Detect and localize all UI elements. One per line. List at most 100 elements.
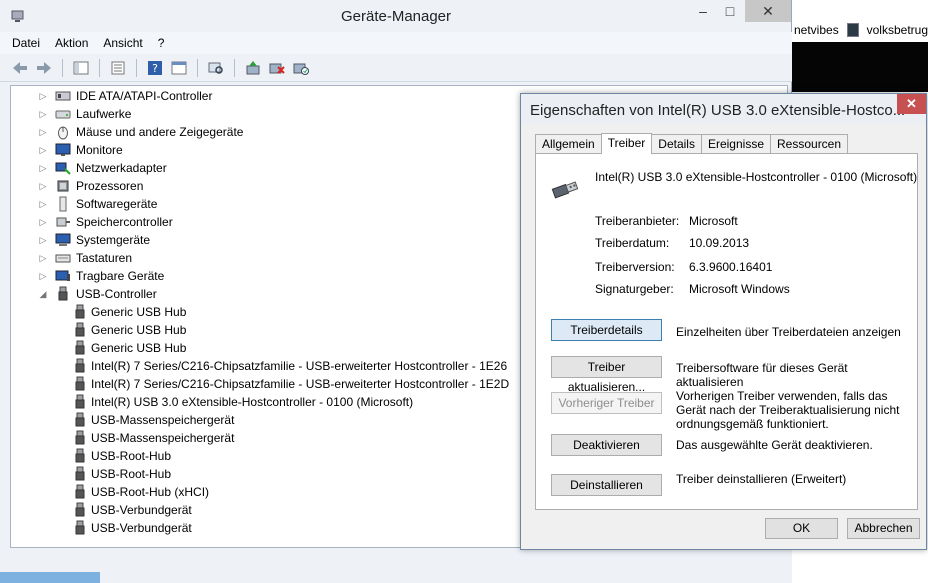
expand-arrow-icon[interactable]: ▷ xyxy=(37,253,49,264)
tree-category[interactable]: ▷ IDE ATA/ATAPI-Controller xyxy=(37,87,213,105)
expand-arrow-icon[interactable]: ▷ xyxy=(37,217,49,228)
expand-arrow-icon[interactable]: ▷ xyxy=(37,127,49,138)
tree-usb-device-label: USB-Root-Hub xyxy=(91,449,172,463)
tree-category[interactable]: ▷ Laufwerke xyxy=(37,105,132,123)
tree-category-label: Speichercontroller xyxy=(76,215,173,229)
tree-usb-device[interactable]: USB-Verbundgerät xyxy=(74,501,192,519)
menu-bar: Datei Aktion Ansicht ? xyxy=(0,32,792,54)
disable-device-desc: Das ausgewählte Gerät deaktivieren. xyxy=(676,438,873,452)
tree-usb-device-label: USB-Root-Hub xyxy=(91,467,172,481)
expand-arrow-icon[interactable]: ▷ xyxy=(37,145,49,156)
uninstall-button[interactable]: Deinstallieren xyxy=(551,474,662,496)
tab-allgemein[interactable]: Allgemein xyxy=(535,134,602,154)
processor-icon xyxy=(55,178,71,194)
tree-usb-device[interactable]: Generic USB Hub xyxy=(74,339,186,357)
tree-usb-device-label: Generic USB Hub xyxy=(91,341,187,355)
tree-category[interactable]: ▷ Systemgeräte xyxy=(37,231,151,249)
tree-usb-device[interactable]: Intel(R) 7 Series/C216-Chipsatzfamilie -… xyxy=(74,375,509,393)
tree-category[interactable]: ▷ Tastaturen xyxy=(37,249,133,267)
rollback-driver-button[interactable]: Vorheriger Treiber xyxy=(551,392,662,414)
tree-usb-device-label: USB-Massenspeichergerät xyxy=(91,413,235,427)
scan-hardware-icon[interactable] xyxy=(206,58,226,78)
forward-arrow-icon[interactable] xyxy=(34,58,54,78)
prop-value-date: 10.09.2013 xyxy=(689,236,750,250)
tab-details[interactable]: Details xyxy=(651,134,702,154)
tree-category-label: USB-Controller xyxy=(76,287,157,301)
cancel-button[interactable]: Abbrechen xyxy=(847,518,920,539)
tree-category[interactable]: ▷ Monitore xyxy=(37,141,123,159)
expand-arrow-icon[interactable]: ▷ xyxy=(37,235,49,246)
prop-label-date: Treiberdatum: xyxy=(595,236,670,250)
minimize-button[interactable]: – xyxy=(690,0,716,22)
tree-category-label: Tastaturen xyxy=(76,251,133,265)
tree-usb-device[interactable]: USB-Massenspeichergerät xyxy=(74,411,234,429)
tree-usb-device[interactable]: USB-Root-Hub xyxy=(74,447,171,465)
expand-arrow-icon[interactable]: ▷ xyxy=(37,163,49,174)
dialog-close-button[interactable]: ✕ xyxy=(897,94,926,114)
background-black-area xyxy=(790,42,928,92)
tree-usb-device[interactable]: USB-Massenspeichergerät xyxy=(74,429,234,447)
expand-arrow-icon[interactable]: ▷ xyxy=(37,91,49,102)
background-tab-netvibes[interactable]: netvibes xyxy=(794,23,839,37)
tree-usb-device-label: Intel(R) USB 3.0 eXtensible-Hostcontroll… xyxy=(91,395,414,409)
tree-category[interactable]: ▷ Speichercontroller xyxy=(37,213,173,231)
tree-usb-device[interactable]: USB-Root-Hub xyxy=(74,465,171,483)
expand-arrow-icon[interactable]: ▷ xyxy=(37,271,49,282)
tree-usb-device[interactable]: Intel(R) 7 Series/C216-Chipsatzfamilie -… xyxy=(74,357,507,375)
tab-ressourcen[interactable]: Ressourcen xyxy=(770,134,849,154)
expand-arrow-icon[interactable]: ▷ xyxy=(37,199,49,210)
ide-controller-icon xyxy=(55,88,71,104)
usb-icon xyxy=(74,376,86,392)
enable-device-icon[interactable] xyxy=(291,58,311,78)
update-driver-icon[interactable] xyxy=(243,58,263,78)
view-icon[interactable] xyxy=(169,58,189,78)
update-driver-button[interactable]: Treiber aktualisieren... xyxy=(551,356,662,394)
tree-category-label: Systemgeräte xyxy=(76,233,151,247)
menu-help[interactable]: ? xyxy=(158,36,165,50)
tree-category[interactable]: ▷ Mäuse und andere Zeigegeräte xyxy=(37,123,243,141)
storage-controller-icon xyxy=(55,214,71,230)
show-hide-tree-icon[interactable] xyxy=(71,58,91,78)
prop-label-version: Treiberversion: xyxy=(595,260,675,274)
keyboard-icon xyxy=(55,250,71,266)
window-title: Geräte-Manager xyxy=(340,8,452,25)
background-tab-volksbetrug[interactable]: volksbetrug xyxy=(867,23,928,37)
tree-usb-device[interactable]: USB-Verbundgerät xyxy=(74,519,192,537)
tree-usb-device-label: USB-Verbundgerät xyxy=(91,521,192,535)
tree-usb-device[interactable]: USB-Root-Hub (xHCI) xyxy=(74,483,209,501)
tree-category[interactable]: ▷ Softwaregeräte xyxy=(37,195,157,213)
tree-category[interactable]: ▷ Netzwerkadapter xyxy=(37,159,167,177)
close-button[interactable]: ✕ xyxy=(745,0,791,22)
uninstall-device-icon[interactable] xyxy=(267,58,287,78)
expand-arrow-icon[interactable]: ▷ xyxy=(37,109,49,120)
dialog-tabs: Allgemein Treiber Details Ereignisse Res… xyxy=(535,133,849,154)
ok-button[interactable]: OK xyxy=(765,518,838,539)
driver-details-button[interactable]: Treiberdetails xyxy=(551,319,662,341)
tree-category[interactable]: ▷ Prozessoren xyxy=(37,177,144,195)
drive-icon xyxy=(55,106,71,122)
toolbar: ? xyxy=(0,54,792,82)
maximize-button[interactable]: □ xyxy=(717,0,743,22)
menu-ansicht[interactable]: Ansicht xyxy=(103,36,142,50)
menu-aktion[interactable]: Aktion xyxy=(55,36,88,50)
driver-details-desc: Einzelheiten über Treiberdateien anzeige… xyxy=(676,325,901,339)
usb-icon xyxy=(74,340,86,356)
toolbar-separator xyxy=(197,58,198,77)
tree-category[interactable]: ▷ Tragbare Geräte xyxy=(37,267,165,285)
tree-usb-device[interactable]: Generic USB Hub xyxy=(74,321,186,339)
tree-usb-device[interactable]: Intel(R) USB 3.0 eXtensible-Hostcontroll… xyxy=(74,393,413,411)
back-arrow-icon[interactable] xyxy=(10,58,30,78)
expand-arrow-icon[interactable]: ▷ xyxy=(37,181,49,192)
disable-device-button[interactable]: Deaktivieren xyxy=(551,434,662,456)
tab-ereignisse[interactable]: Ereignisse xyxy=(700,134,771,154)
menu-datei[interactable]: Datei xyxy=(12,36,40,50)
properties-dialog: Eigenschaften von Intel(R) USB 3.0 eXten… xyxy=(520,93,927,550)
prop-value-signer: Microsoft Windows xyxy=(689,282,790,296)
tab-treiber[interactable]: Treiber xyxy=(600,133,653,154)
tree-category[interactable]: ◢ USB-Controller xyxy=(37,285,157,303)
help-icon[interactable]: ? xyxy=(145,58,165,78)
properties-icon[interactable] xyxy=(108,58,128,78)
collapse-arrow-icon[interactable]: ◢ xyxy=(37,289,49,300)
tree-usb-device[interactable]: Generic USB Hub xyxy=(74,303,186,321)
driver-panel: Intel(R) USB 3.0 eXtensible-Hostcontroll… xyxy=(535,153,918,510)
